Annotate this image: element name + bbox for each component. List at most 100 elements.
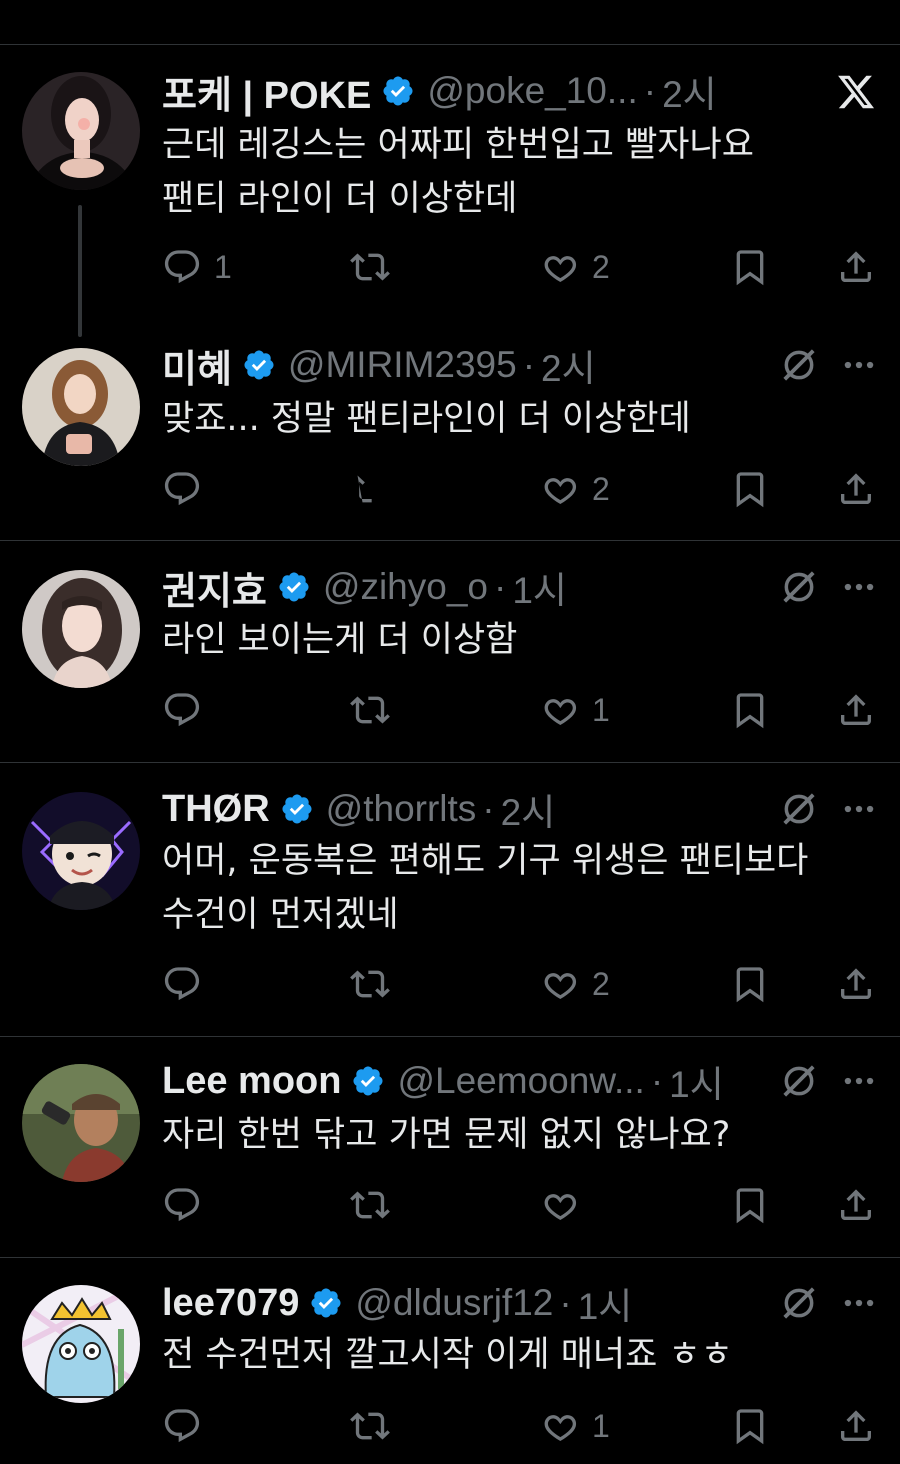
display-name[interactable]: 포케 | POKE [162, 64, 371, 119]
retweet-button[interactable] [350, 688, 390, 732]
handle[interactable]: @zihyo_o [323, 566, 488, 608]
share-button[interactable] [836, 245, 876, 289]
more-icon[interactable] [840, 1062, 878, 1100]
top-divider [0, 44, 900, 45]
retweet-icon [350, 696, 390, 724]
more-icon[interactable] [840, 346, 878, 384]
handle[interactable]: @thorrlts [326, 788, 477, 830]
share-icon [841, 694, 871, 725]
like-count: 2 [592, 965, 610, 1002]
reply-button[interactable] [162, 962, 202, 1006]
share-button[interactable] [836, 688, 876, 732]
bookmark-icon [736, 1188, 764, 1224]
action-bar: 2 [162, 962, 882, 1006]
avatar[interactable] [22, 792, 140, 910]
heart-icon [544, 256, 577, 282]
handle[interactable]: @dldusrjf12 [355, 1282, 553, 1324]
heart-icon [544, 973, 577, 999]
divider [0, 540, 900, 541]
like-button[interactable]: 1 [540, 688, 610, 732]
divider [0, 762, 900, 763]
tweet-header: Lee moon @Leemoonw... · 1시 [162, 1056, 724, 1106]
more-icon[interactable] [840, 790, 878, 828]
share-button[interactable] [836, 467, 876, 511]
share-icon [841, 473, 871, 504]
avatar[interactable] [22, 570, 140, 688]
retweet-button[interactable] [350, 245, 390, 289]
grok-icon[interactable] [780, 346, 818, 384]
handle[interactable]: @MIRIM2395 [288, 344, 517, 386]
retweet-icon [357, 475, 372, 503]
share-button[interactable] [836, 1183, 876, 1227]
timestamp[interactable]: 1시 [512, 560, 567, 614]
verified-badge-icon [383, 76, 413, 106]
tweet-text: 어머, 운동복은 편해도 기구 위생은 팬티보다 수건이 먼저겠네 [162, 841, 809, 935]
display-name[interactable]: Lee moon [162, 1060, 341, 1103]
grok-icon[interactable] [780, 1284, 818, 1322]
retweet-icon [350, 1191, 390, 1219]
grok-icon[interactable] [780, 1062, 818, 1100]
heart-icon [544, 478, 577, 504]
reply-button[interactable] [162, 467, 202, 511]
bookmark-button[interactable] [730, 467, 770, 511]
verified-badge-icon [282, 794, 312, 824]
reply-button[interactable] [162, 1404, 202, 1448]
bookmark-button[interactable] [730, 962, 770, 1006]
retweet-button[interactable] [350, 467, 390, 511]
reply-icon [164, 472, 200, 506]
bookmark-button[interactable] [730, 688, 770, 732]
timestamp[interactable]: 2시 [662, 64, 717, 118]
display-name[interactable]: THØR [162, 788, 270, 831]
tweet-header: lee7079 @dldusrjf12 · 1시 [162, 1278, 632, 1328]
like-button[interactable]: 2 [540, 245, 610, 289]
x-logo-icon[interactable] [836, 72, 876, 112]
tweet-header: 권지효 @zihyo_o · 1시 [162, 560, 567, 615]
retweet-button[interactable] [350, 1404, 390, 1448]
grok-icon[interactable] [780, 568, 818, 606]
avatar[interactable] [22, 1285, 140, 1403]
bookmark-button[interactable] [730, 245, 770, 289]
like-button[interactable]: 2 [540, 467, 610, 511]
bookmark-button[interactable] [730, 1183, 770, 1227]
retweet-icon [350, 970, 390, 998]
heart-icon [544, 1415, 577, 1441]
grok-icon[interactable] [780, 790, 818, 828]
verified-badge-icon [279, 572, 309, 602]
avatar[interactable] [22, 72, 140, 190]
display-name[interactable]: 미혜 [162, 338, 232, 393]
reply-button[interactable] [162, 688, 202, 732]
avatar[interactable] [22, 348, 140, 466]
like-count: 1 [592, 691, 610, 728]
bookmark-icon [736, 472, 764, 508]
timestamp[interactable]: 2시 [541, 338, 596, 392]
handle[interactable]: @poke_10... [427, 70, 637, 112]
share-icon [841, 1410, 871, 1441]
tweet-text: 근데 레깅스는 어짜피 한번입고 빨자나요 팬티 라인이 더 이상한데 [162, 125, 754, 219]
timestamp[interactable]: 2시 [501, 782, 556, 836]
handle[interactable]: @Leemoonw... [397, 1060, 644, 1102]
more-icon[interactable] [840, 1284, 878, 1322]
display-name[interactable]: lee7079 [162, 1282, 299, 1325]
reply-icon [164, 967, 200, 1001]
tweet-header: 포케 | POKE @poke_10... · 2시 [162, 64, 717, 119]
reply-button[interactable] [162, 1183, 202, 1227]
like-button[interactable]: 1 [540, 1404, 610, 1448]
action-bar: 1 [162, 688, 882, 732]
retweet-button[interactable] [350, 1183, 390, 1227]
share-button[interactable] [836, 962, 876, 1006]
share-button[interactable] [836, 1404, 876, 1448]
separator-dot: · [650, 1060, 664, 1101]
separator-dot: · [493, 566, 507, 607]
like-button[interactable] [540, 1183, 580, 1227]
avatar[interactable] [22, 1064, 140, 1182]
timestamp[interactable]: 1시 [669, 1054, 724, 1108]
timestamp[interactable]: 1시 [578, 1276, 633, 1330]
tweet-text: 맞죠... 정말 팬티라인이 더 이상한데 [162, 399, 691, 439]
bookmark-button[interactable] [730, 1404, 770, 1448]
display-name[interactable]: 권지효 [162, 560, 267, 615]
retweet-button[interactable] [350, 962, 390, 1006]
reply-button[interactable]: 1 [162, 245, 232, 289]
more-icon[interactable] [840, 568, 878, 606]
retweet-icon [350, 253, 390, 281]
like-button[interactable]: 2 [540, 962, 610, 1006]
